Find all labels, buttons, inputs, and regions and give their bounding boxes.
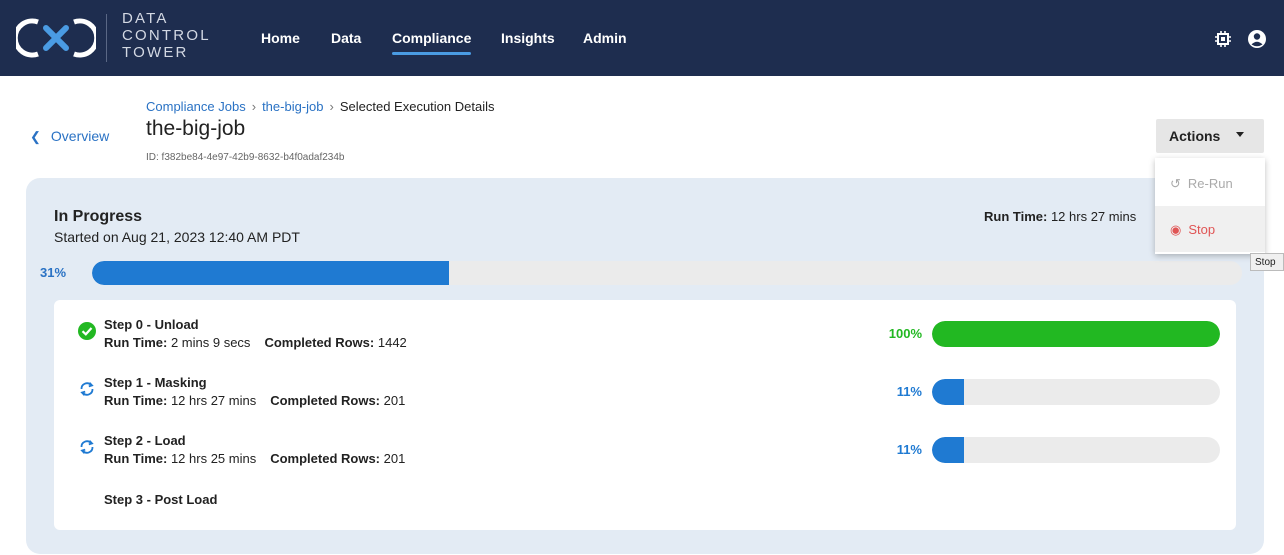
step-meta: Run Time: 12 hrs 25 mins Completed Rows: … [104,451,405,466]
top-nav-bar: DATA CONTROL TOWER Home Data Compliance … [0,0,1284,76]
step-row-2: Step 2 - Load Run Time: 12 hrs 25 mins Co… [54,416,1236,466]
overall-progress-fill [92,261,449,285]
step-progress-fill [932,379,964,405]
step-row-0: Step 0 - Unload Run Time: 2 mins 9 secs C… [54,300,1236,350]
nav-compliance[interactable]: Compliance [392,30,472,55]
chevron-left-icon: ❮ [30,129,41,144]
step-percent: 11% [896,384,922,399]
step-runtime: 12 hrs 25 mins [170,451,257,466]
caret-down-icon [1236,132,1244,137]
step-runtime: 2 mins 9 secs [170,335,251,350]
runtime-label: Run Time: [984,209,1048,224]
overall-progress-bar [92,261,1242,285]
step-runtime-label: Run Time: [104,335,168,350]
actions-label: Actions [1169,128,1221,144]
page-title: the-big-job [146,117,246,140]
brand-wordmark[interactable]: DATA CONTROL TOWER [122,11,211,62]
chevron-right-icon: › [329,99,334,114]
step-progress-bar [932,437,1220,463]
breadcrumb-compliance-jobs[interactable]: Compliance Jobs [146,99,246,114]
step-rows: 201 [383,451,406,466]
steps-card: Step 0 - Unload Run Time: 2 mins 9 secs C… [54,300,1236,530]
logo-icon[interactable] [16,18,96,58]
step-title: Step 1 - Masking [104,375,207,390]
sync-icon [80,440,94,454]
step-runtime-label: Run Time: [104,451,168,466]
step-percent: 11% [896,442,922,457]
nav-data[interactable]: Data [331,30,361,46]
step-title: Step 3 - Post Load [104,492,218,507]
brand-line-3: TOWER [122,44,189,61]
nav-admin[interactable]: Admin [583,30,627,46]
overview-back-link[interactable]: ❮ Overview [30,128,109,145]
step-meta: Run Time: 12 hrs 27 mins Completed Rows: … [104,393,405,408]
step-percent: 100% [888,326,922,341]
chevron-right-icon: › [251,99,257,114]
rerun-icon: ↺ [1170,176,1181,191]
nav-home[interactable]: Home [261,30,300,46]
step-rows-label: Completed Rows: [270,451,381,466]
step-progress-fill [932,321,1220,347]
overall-progress-percent: 31% [40,265,67,280]
actions-menu: ↺ Re-Run ◉ Stop [1155,158,1265,254]
step-runtime: 12 hrs 27 mins [170,393,257,408]
stop-tooltip: Stop [1250,253,1284,271]
step-runtime-label: Run Time: [104,393,168,408]
settings-chip-icon[interactable] [1214,30,1232,48]
step-meta: Run Time: 2 mins 9 secs Completed Rows: 1… [104,335,407,350]
step-rows-label: Completed Rows: [270,393,381,408]
step-progress-bar [932,379,1220,405]
runtime-value: 12 hrs 27 mins [1050,209,1137,224]
user-account-icon[interactable] [1247,29,1267,49]
step-progress-bar [932,321,1220,347]
nav-insights[interactable]: Insights [501,30,555,46]
breadcrumb: Compliance Jobs › the-big-job › Selected Exe… [146,99,495,114]
breadcrumb-current: Selected Execution Details [339,99,495,114]
job-id: ID: f382be84-4e97-42b9-8632-b4f0adaf234b [146,152,345,163]
step-progress-fill [932,437,964,463]
step-rows-label: Completed Rows: [264,335,375,350]
step-row-1: Step 1 - Masking Run Time: 12 hrs 27 min… [54,358,1236,408]
menu-item-rerun[interactable]: ↺ Re-Run [1155,160,1265,206]
logo-divider [106,14,107,62]
stop-icon: ◉ [1170,222,1182,237]
overview-label: Overview [50,128,110,144]
menu-item-label: Stop [1188,222,1216,237]
menu-item-label: Re-Run [1187,176,1233,191]
step-rows: 1442 [377,335,407,350]
step-row-3: Step 3 - Post Load [54,474,1236,514]
execution-runtime: Run Time: 12 hrs 27 mins [984,209,1136,224]
step-rows: 201 [383,393,406,408]
sync-icon [80,382,94,396]
step-title: Step 0 - Unload [104,317,199,332]
check-circle-icon [78,322,96,340]
execution-status: In Progress [54,208,143,225]
execution-started: Started on Aug 21, 2023 12:40 AM PDT [54,229,300,245]
brand-line-2: CONTROL [122,27,211,44]
brand-line-1: DATA [122,10,169,27]
menu-item-stop[interactable]: ◉ Stop [1155,206,1265,252]
step-title: Step 2 - Load [104,433,186,448]
breadcrumb-job[interactable]: the-big-job [262,99,323,114]
actions-button[interactable]: Actions [1156,119,1264,153]
